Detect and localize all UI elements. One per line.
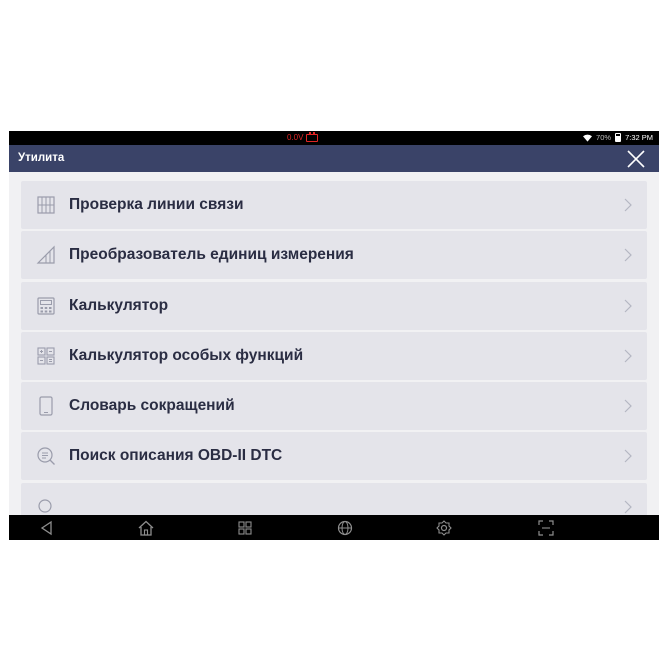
system-status: 70% 7:32 PM [583,133,653,142]
list-item-label: Словарь сокращений [69,397,235,415]
chevron-right-icon [624,349,632,363]
list-item-calculator[interactable]: Калькулятор [21,281,647,330]
navigation-bar [9,515,659,540]
list-item-label: Проверка линии связи [69,196,244,213]
close-icon[interactable] [625,148,647,170]
search-doc-icon [37,447,55,466]
voltage-value: 0.0V [287,133,304,142]
settings-icon[interactable] [435,519,453,537]
chevron-right-icon [624,248,632,262]
browser-icon[interactable] [336,519,354,537]
recent-apps-icon[interactable] [236,519,254,537]
tablet-screen: 0.0V 70% 7:32 PM Утилита Проверка линии … [9,131,659,540]
line-check-icon [37,196,55,214]
list-item-label: Поиск описания OBD-II DTC [69,447,283,465]
list-item-label: Калькулятор особых функций [69,346,304,364]
utility-list-container[interactable]: Проверка линии связи Преобразователь еди… [9,172,659,515]
list-item-unit-converter[interactable]: Преобразователь единиц измерения [21,231,647,280]
wifi-icon [583,134,593,142]
chevron-right-icon [624,450,632,463]
chevron-right-icon [624,299,632,313]
list-item-dtc-search[interactable]: Поиск описания OBD-II DTC [21,432,647,481]
clock: 7:32 PM [625,133,653,142]
chevron-right-icon [624,399,632,413]
calculator-icon [37,296,55,315]
search-icon [38,499,52,513]
title-bar: Утилита [9,145,659,172]
page-title: Утилита [18,152,65,164]
chevron-right-icon [624,500,632,514]
screenshot-icon[interactable] [537,519,555,537]
list-item-abbreviations[interactable]: Словарь сокращений [21,382,647,431]
voltage-indicator: 0.0V [287,131,319,142]
unit-converter-icon [36,245,55,264]
home-icon[interactable] [137,519,155,537]
list-item-line-check[interactable]: Проверка линии связи [21,181,647,229]
tablet-icon [39,396,53,416]
special-calculator-icon [37,347,55,365]
list-item-label: Калькулятор [69,296,169,314]
list-item-partial[interactable] [21,482,647,515]
battery-percent: 70% [596,133,612,142]
status-bar: 0.0V 70% 7:32 PM [9,131,659,145]
back-icon[interactable] [38,519,56,537]
list-item-label: Преобразователь единиц измерения [69,246,354,264]
utility-list: Проверка линии связи Преобразователь еди… [21,181,647,515]
list-item-special-calculator[interactable]: Калькулятор особых функций [21,331,647,380]
chevron-right-icon [624,198,632,212]
car-battery-icon [306,131,319,142]
battery-icon [615,133,622,142]
